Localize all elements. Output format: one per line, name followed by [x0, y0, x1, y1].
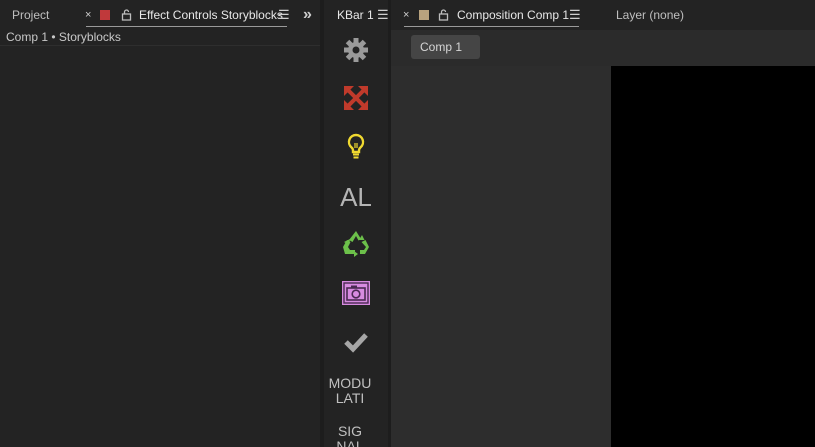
kbar-signal-line1: SIG: [337, 423, 363, 439]
al-text-icon: AL: [340, 182, 372, 212]
kbar-signal-button[interactable]: SIG NAL: [324, 424, 376, 447]
composition-panel: × Composition Comp 1 ☰ Layer (none) Comp…: [391, 0, 815, 447]
recycle-icon: [343, 231, 369, 257]
kbar-al-button[interactable]: AL: [324, 180, 388, 214]
lock-icon[interactable]: [438, 9, 449, 21]
kbar-recycle-button[interactable]: [324, 228, 388, 258]
tab-effect-controls-label: Effect Controls Storyblocks: [139, 8, 283, 22]
comp-1-button[interactable]: Comp 1: [411, 35, 480, 59]
effect-controls-panel: Project × Effect Controls Storyblocks ☰ …: [0, 0, 320, 447]
effect-controls-body: [0, 30, 320, 447]
kbar-lightbulb-button[interactable]: [324, 132, 388, 162]
kbar-menu-icon[interactable]: ☰: [377, 0, 388, 30]
kbar-signal-line2: NAL: [336, 438, 364, 447]
panel-menu-icon[interactable]: ☰: [569, 0, 581, 30]
divider: [0, 45, 320, 46]
kbar-modulation-button[interactable]: MODU LATI: [324, 376, 376, 406]
overflow-chevron-icon[interactable]: »: [303, 0, 312, 30]
kbar-modulation-line2: LATI: [335, 390, 365, 406]
tab-project[interactable]: Project: [12, 0, 49, 30]
tab-composition-label: Composition Comp 1: [457, 8, 570, 22]
kbar-camera-button[interactable]: [324, 278, 388, 308]
kbar-check-button[interactable]: [324, 327, 388, 357]
composition-navigator-bar: Comp 1: [391, 30, 815, 66]
composition-canvas[interactable]: [611, 66, 815, 447]
comp-tab-bar: × Composition Comp 1 ☰ Layer (none): [391, 0, 815, 30]
tab-composition[interactable]: Composition Comp 1: [404, 0, 579, 30]
kbar-modulation-line1: MODU: [328, 375, 372, 391]
lightbulb-icon: [347, 133, 365, 159]
panel-menu-icon[interactable]: ☰: [278, 0, 290, 30]
kbar-expand-button[interactable]: [324, 83, 388, 113]
kbar-panel: KBar 1 ☰ AL MODU LATI SIG NAL: [324, 0, 388, 447]
left-tab-bar: Project × Effect Controls Storyblocks ☰ …: [0, 0, 320, 30]
tab-kbar[interactable]: KBar 1: [337, 0, 374, 30]
gear-icon: [344, 38, 368, 62]
tab-layer[interactable]: Layer (none): [616, 0, 684, 30]
active-tab-underline: [404, 26, 579, 27]
effect-controls-subtitle: Comp 1 • Storyblocks: [6, 30, 121, 44]
label-color-swatch[interactable]: [100, 10, 110, 20]
expand-arrows-icon: [344, 86, 368, 110]
checkmark-icon: [344, 333, 368, 353]
camera-icon: [342, 281, 370, 305]
kbar-gear-button[interactable]: [324, 35, 388, 65]
lock-icon[interactable]: [121, 9, 132, 21]
tab-effect-controls[interactable]: Effect Controls Storyblocks: [86, 0, 287, 30]
active-tab-underline: [86, 26, 287, 27]
kbar-tab-bar: KBar 1 ☰: [324, 0, 388, 30]
label-color-swatch[interactable]: [419, 10, 429, 20]
